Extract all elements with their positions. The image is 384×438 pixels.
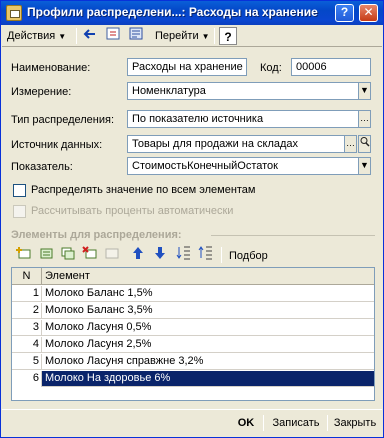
table-header: N Элемент <box>12 268 374 285</box>
distribute-all-checkbox[interactable] <box>13 184 26 197</box>
row-number: 2 <box>12 303 42 319</box>
go-to-parent-icon[interactable] <box>81 27 99 45</box>
section-divider <box>211 235 375 236</box>
goto-menu[interactable]: Перейти ▼ <box>155 27 210 45</box>
table-row[interactable]: 5 Молоко Ласуня справжне 3,2% <box>12 354 374 370</box>
window-title: Профили распределени...: Расходы на хран… <box>27 5 318 19</box>
form-window: Профили распределени...: Расходы на хран… <box>0 0 384 438</box>
refresh-icon[interactable] <box>105 27 123 45</box>
structure-icon[interactable] <box>127 27 145 45</box>
footer-separator <box>327 415 328 431</box>
goto-label: Перейти <box>155 30 199 42</box>
add-group-icon[interactable] <box>37 246 55 264</box>
source-open-button[interactable] <box>358 135 371 153</box>
arrow-down-icon[interactable] <box>151 246 169 264</box>
toolbar-separator <box>221 247 222 263</box>
dist-type-label: Тип распределения: <box>11 114 115 126</box>
name-label: Наименование: <box>11 62 91 74</box>
col-header-number[interactable]: N <box>12 268 42 285</box>
table-row-selected[interactable]: 6 Молоко На здоровье 6% <box>12 371 374 387</box>
row-element: Молоко Ласуня справжне 3,2% <box>45 355 204 367</box>
chevron-down-icon: ▼ <box>360 85 369 95</box>
close-button[interactable]: Закрыть <box>331 413 379 433</box>
table-row[interactable]: 4 Молоко Ласуня 2,5% <box>12 337 374 353</box>
row-element: Молоко Ласуня 2,5% <box>45 338 152 350</box>
toolbar: Действия ▼ Перейти ▼ ? <box>2 25 382 47</box>
auto-percent-checkbox[interactable] <box>13 205 26 218</box>
indicator-dropdown-button[interactable]: ▼ <box>358 157 371 175</box>
chevron-down-icon: ▼ <box>58 32 67 41</box>
row-element: Молоко Баланс 3,5% <box>45 304 153 316</box>
arrow-up-icon[interactable] <box>129 246 147 264</box>
source-choose-button[interactable]: … <box>344 135 357 153</box>
name-field[interactable]: Расходы на хранение <box>127 58 247 76</box>
row-element: Молоко Баланс 1,5% <box>45 287 153 299</box>
selection-button[interactable]: Подбор <box>229 250 268 262</box>
help-button[interactable]: ? <box>335 4 354 22</box>
code-field[interactable]: 00006 <box>291 58 371 76</box>
row-number: 5 <box>12 354 42 370</box>
end-edit-icon[interactable] <box>103 246 121 264</box>
dimension-dropdown-button[interactable]: ▼ <box>358 82 371 100</box>
save-button[interactable]: Записать <box>267 413 325 433</box>
close-window-button[interactable]: ✕ <box>359 4 378 22</box>
toolbar-separator <box>214 28 215 44</box>
toolbar-separator <box>76 28 77 44</box>
chevron-down-icon: ▼ <box>360 160 369 170</box>
actions-label: Действия <box>7 30 56 42</box>
magnifier-icon <box>360 137 370 147</box>
indicator-select[interactable]: СтоимостьКонечныйОстаток <box>127 157 359 175</box>
row-number: 6 <box>12 371 42 387</box>
row-element: Молоко Ласуня 0,5% <box>45 321 152 333</box>
title-bar[interactable]: Профили распределени...: Расходы на хран… <box>1 1 383 25</box>
elements-section-title: Элементы для распределения: <box>11 229 182 241</box>
copy-row-icon[interactable] <box>59 246 77 264</box>
ellipsis-icon: … <box>360 113 369 123</box>
row-element: Молоко На здоровье 6% <box>45 372 171 384</box>
chevron-down-icon: ▼ <box>201 32 210 41</box>
row-number: 3 <box>12 320 42 336</box>
delete-row-icon[interactable] <box>81 246 99 264</box>
dist-type-select[interactable]: По показателю источника <box>127 110 359 128</box>
table-row[interactable]: 3 Молоко Ласуня 0,5% <box>12 320 374 336</box>
auto-percent-label: Рассчитывать проценты автоматически <box>31 205 234 217</box>
table-row[interactable]: 2 Молоко Баланс 3,5% <box>12 303 374 319</box>
add-row-icon[interactable] <box>15 246 33 264</box>
actions-menu[interactable]: Действия ▼ <box>7 27 66 45</box>
dimension-label: Измерение: <box>11 86 72 98</box>
footer-separator <box>263 415 264 431</box>
row-number: 1 <box>12 286 42 302</box>
indicator-label: Показатель: <box>11 161 73 173</box>
code-label: Код: <box>260 62 282 74</box>
sort-asc-icon[interactable] <box>175 246 193 264</box>
distribute-all-label: Распределять значение по всем элементам <box>31 184 256 196</box>
source-label: Источник данных: <box>11 139 103 151</box>
form-icon <box>6 5 22 21</box>
elements-table[interactable]: N Элемент 1 Молоко Баланс 1,5% 2 Молоко … <box>11 267 375 401</box>
dimension-select[interactable]: Номенклатура <box>127 82 359 100</box>
ok-button[interactable]: OK <box>233 413 259 433</box>
table-row[interactable]: 1 Молоко Баланс 1,5% <box>12 286 374 302</box>
ellipsis-icon: … <box>346 138 355 148</box>
col-header-element[interactable]: Элемент <box>43 268 90 285</box>
help-icon[interactable]: ? <box>219 27 237 45</box>
row-number: 4 <box>12 337 42 353</box>
source-field[interactable]: Товары для продажи на складах <box>127 135 345 153</box>
sort-desc-icon[interactable] <box>197 246 215 264</box>
dist-type-choose-button[interactable]: … <box>358 110 371 128</box>
footer-divider <box>2 409 382 410</box>
